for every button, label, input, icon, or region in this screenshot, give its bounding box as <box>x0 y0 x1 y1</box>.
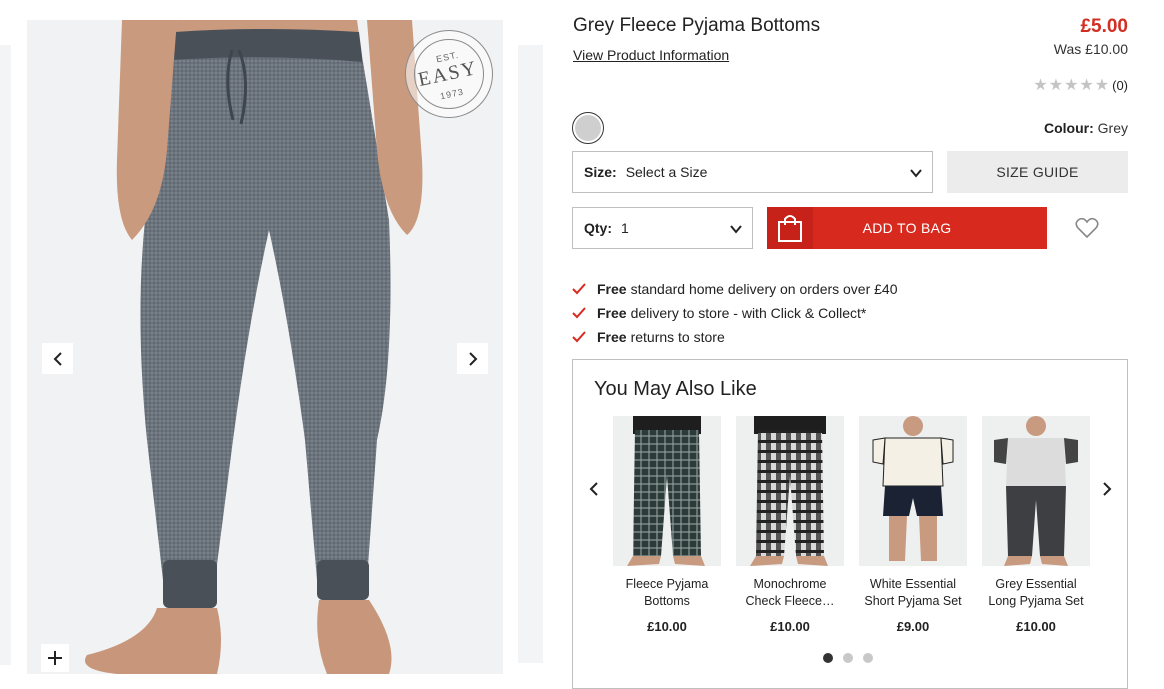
chevron-right-icon <box>1103 482 1112 496</box>
star-icon: ★ <box>1079 77 1094 94</box>
was-price: Was £10.00 <box>1053 41 1128 57</box>
pagination-dot-2[interactable] <box>843 653 853 663</box>
product-thumbnail <box>982 416 1090 566</box>
size-select[interactable]: Size: Select a Size <box>572 151 933 193</box>
size-label: Size: <box>584 164 617 180</box>
current-price: £5.00 <box>1080 16 1128 37</box>
carousel-prev-button[interactable] <box>583 478 605 500</box>
checkmark-icon <box>572 331 586 343</box>
colour-value: Grey <box>1097 120 1128 136</box>
chevron-left-icon <box>589 482 598 496</box>
product-main-image: EST. EASY 1973 <box>27 20 503 674</box>
star-icon: ★ <box>1064 77 1079 94</box>
chevron-down-icon <box>730 225 742 234</box>
qty-value: 1 <box>621 220 629 236</box>
carousel-next-button[interactable] <box>1096 478 1118 500</box>
benefit-home-delivery: Free standard home delivery on orders ov… <box>572 277 898 301</box>
pyjama-bottoms-illustration <box>85 20 423 674</box>
recommended-product-card[interactable]: White Essential Short Pyjama Set £9.00 <box>859 416 967 634</box>
star-icon: ★ <box>1033 77 1048 94</box>
product-thumbnail <box>736 416 844 566</box>
chevron-down-icon <box>910 169 922 178</box>
product-price: £10.00 <box>1016 619 1056 634</box>
quantity-select[interactable]: Qty: 1 <box>572 207 753 249</box>
benefit-text: returns to store <box>630 329 725 345</box>
heart-icon <box>1075 217 1099 239</box>
easy-brand-badge: EST. EASY 1973 <box>405 30 493 118</box>
pagination-dot-1[interactable] <box>823 653 833 663</box>
product-price: £10.00 <box>647 619 687 634</box>
product-price: £9.00 <box>896 619 930 634</box>
star-icon: ★ <box>1094 77 1110 94</box>
product-name: Fleece Pyjama Bottoms <box>625 577 709 608</box>
recommended-product-card[interactable]: Fleece Pyjama Bottoms £10.00 <box>613 416 721 634</box>
colour-indicator: Colour: Grey <box>1044 120 1128 136</box>
recommended-product-card[interactable]: Grey Essential Long Pyjama Set £10.00 <box>982 416 1090 634</box>
product-price: £10.00 <box>770 619 810 634</box>
size-value: Select a Size <box>625 164 708 180</box>
previous-image-preview <box>0 45 11 665</box>
checkmark-icon <box>572 283 586 295</box>
carousel-pagination <box>823 653 873 663</box>
product-name: White Essential Short Pyjama Set <box>864 577 962 608</box>
add-to-bag-label: ADD TO BAG <box>862 220 952 236</box>
next-image-preview <box>518 45 543 663</box>
benefit-text: delivery to store - with Click & Collect… <box>630 305 867 321</box>
carousel-title: You May Also Like <box>594 378 757 400</box>
gallery-prev-button[interactable] <box>42 343 73 374</box>
shopping-bag-icon <box>767 207 813 249</box>
gallery-next-button[interactable] <box>457 343 488 374</box>
delivery-benefits: Free standard home delivery on orders ov… <box>572 277 898 349</box>
benefit-free-label: Free <box>597 329 627 345</box>
recommended-product-card[interactable]: Monochrome Check Fleece… £10.00 <box>736 416 844 634</box>
rating-count: (0) <box>1112 77 1128 93</box>
rating-summary[interactable]: ★ ★ ★ ★ ★ (0) <box>1033 75 1128 95</box>
product-title: Grey Fleece Pyjama Bottoms <box>573 15 821 36</box>
size-guide-button[interactable]: SIZE GUIDE <box>947 151 1128 193</box>
checkmark-icon <box>572 307 586 319</box>
chevron-left-icon <box>53 351 62 366</box>
product-name: Monochrome Check Fleece… <box>745 577 835 608</box>
benefit-text: standard home delivery on orders over £4… <box>630 281 898 297</box>
swatch-fill <box>575 115 601 141</box>
chevron-right-icon <box>468 351 477 366</box>
add-to-bag-button[interactable]: ADD TO BAG <box>767 207 1047 249</box>
colour-swatch-grey[interactable] <box>572 112 604 144</box>
pagination-dot-3[interactable] <box>863 653 873 663</box>
plus-icon <box>48 651 62 665</box>
qty-label: Qty: <box>584 220 612 236</box>
star-icon: ★ <box>1048 77 1064 94</box>
product-thumbnail <box>859 416 967 566</box>
zoom-button[interactable] <box>41 644 69 672</box>
product-thumbnail <box>613 416 721 566</box>
view-product-information-link[interactable]: View Product Information <box>573 47 729 63</box>
benefit-free-label: Free <box>597 305 627 321</box>
product-name: Grey Essential Long Pyjama Set <box>988 577 1084 608</box>
you-may-also-like-carousel: You May Also Like Fleece Pyjama Bottoms … <box>572 359 1128 689</box>
benefit-free-label: Free <box>597 281 627 297</box>
wishlist-button[interactable] <box>1073 214 1101 242</box>
benefit-returns: Free returns to store <box>572 325 898 349</box>
colour-label: Colour: <box>1044 120 1094 136</box>
benefit-click-collect: Free delivery to store - with Click & Co… <box>572 301 898 325</box>
